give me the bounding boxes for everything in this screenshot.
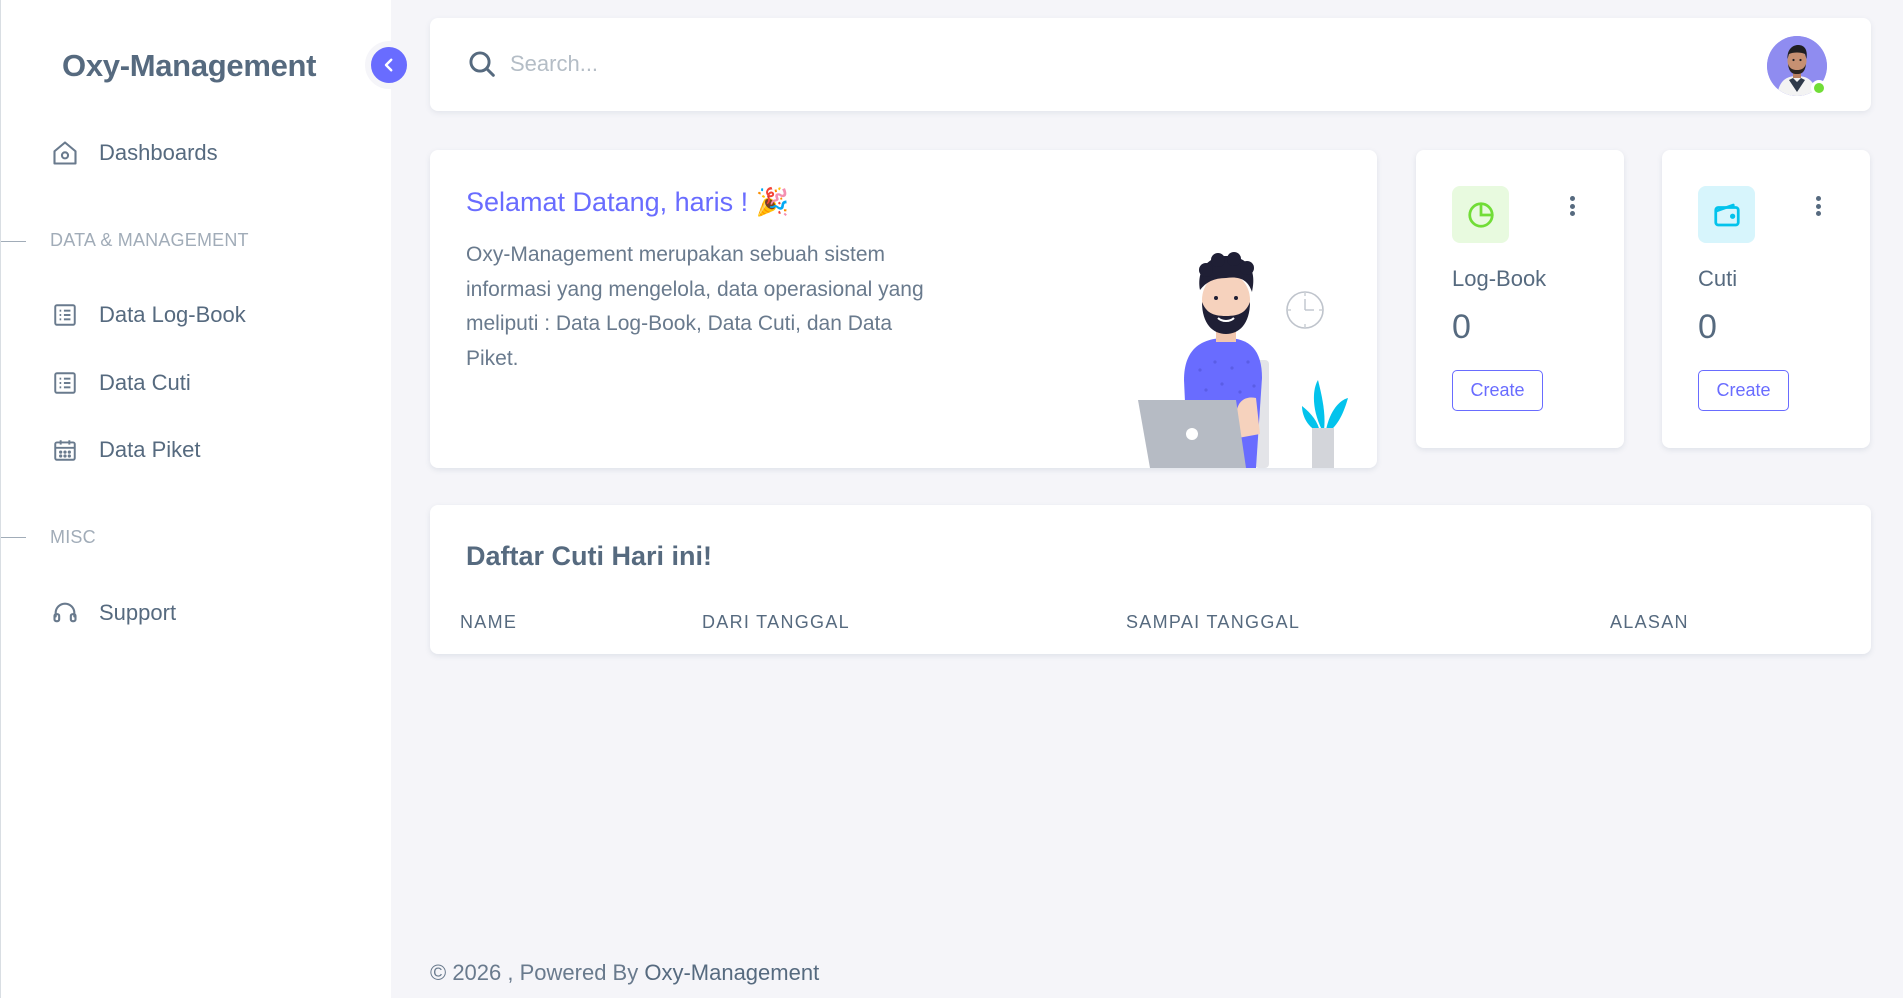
table-title: Daftar Cuti Hari ini! [466, 541, 713, 571]
stat-card-cuti: Cuti 0 Create [1662, 150, 1870, 448]
search-input[interactable] [510, 44, 1110, 84]
stat-card-log-book: Log-Book 0 Create [1416, 150, 1624, 448]
menu-header-data-management: DATA & MANAGEMENT [50, 230, 249, 250]
home-icon [51, 139, 79, 167]
menu-header-divider [1, 241, 26, 242]
chevron-left-icon [384, 58, 393, 72]
list-icon [51, 369, 79, 397]
calendar-icon [51, 436, 79, 464]
clock-icon [1286, 291, 1324, 329]
sidebar-item-support[interactable]: Support [51, 599, 176, 627]
sidebar-item-data-piket[interactable]: Data Piket [51, 436, 201, 464]
column-header-name[interactable]: NAME [460, 612, 517, 633]
sidebar-item-label: Data Cuti [99, 370, 191, 395]
wallet-icon [1713, 203, 1740, 226]
stat-label: Log-Book [1452, 266, 1547, 291]
sidebar-item-label: Support [99, 600, 177, 625]
footer: © 2026 , Powered By Oxy-Management [430, 960, 819, 986]
welcome-description: Oxy-Management merupakan sebuah sistem i… [466, 243, 924, 370]
stat-value: 0 [1698, 308, 1717, 346]
column-header-sampai-tanggal[interactable]: SAMPAI TANGGAL [1126, 612, 1300, 633]
footer-brand-link[interactable]: Oxy-Management [644, 960, 819, 985]
stat-value: 0 [1452, 308, 1471, 346]
menu-header-divider [1, 537, 26, 538]
sidebar: Oxy-Management Dashboards DATA & MANAGEM… [0, 0, 391, 998]
menu-header-misc: MISC [50, 527, 96, 547]
search-icon [469, 51, 495, 77]
more-options-icon[interactable] [1566, 192, 1578, 220]
person-at-laptop-illustration [1138, 252, 1348, 468]
headset-icon [51, 599, 79, 627]
stat-icon-box [1698, 186, 1755, 243]
leave-today-table-card: Daftar Cuti Hari ini! NAME DARI TANGGAL … [430, 505, 1871, 654]
column-header-dari-tanggal[interactable]: DARI TANGGAL [702, 612, 850, 633]
footer-copyright: © 2026 , Powered By [430, 960, 645, 985]
sidebar-collapse-button[interactable] [365, 41, 413, 89]
sidebar-item-data-log-book[interactable]: Data Log-Book [51, 301, 246, 329]
sidebar-item-label: Data Piket [99, 437, 201, 462]
sidebar-item-dashboards[interactable]: Dashboards [51, 139, 218, 167]
plant-icon [1302, 380, 1348, 468]
pie-chart-icon [1467, 201, 1494, 228]
stat-icon-box [1452, 186, 1509, 243]
sidebar-item-data-cuti[interactable]: Data Cuti [51, 369, 191, 397]
sidebar-item-label: Dashboards [99, 140, 218, 165]
brand-logo-text[interactable]: Oxy-Management [62, 48, 317, 84]
create-log-book-button[interactable]: Create [1452, 370, 1543, 411]
stat-label: Cuti [1698, 266, 1738, 291]
top-navbar [430, 18, 1871, 111]
column-header-alasan[interactable]: ALASAN [1610, 612, 1689, 633]
sidebar-item-label: Data Log-Book [99, 302, 246, 327]
create-cuti-button[interactable]: Create [1698, 370, 1789, 411]
list-icon [51, 301, 79, 329]
online-status-badge [1811, 80, 1827, 96]
welcome-title: Selamat Datang, haris ! 🎉 [466, 187, 790, 217]
welcome-card: Selamat Datang, haris ! 🎉 Oxy-Management… [430, 150, 1377, 468]
more-options-icon[interactable] [1812, 192, 1824, 220]
